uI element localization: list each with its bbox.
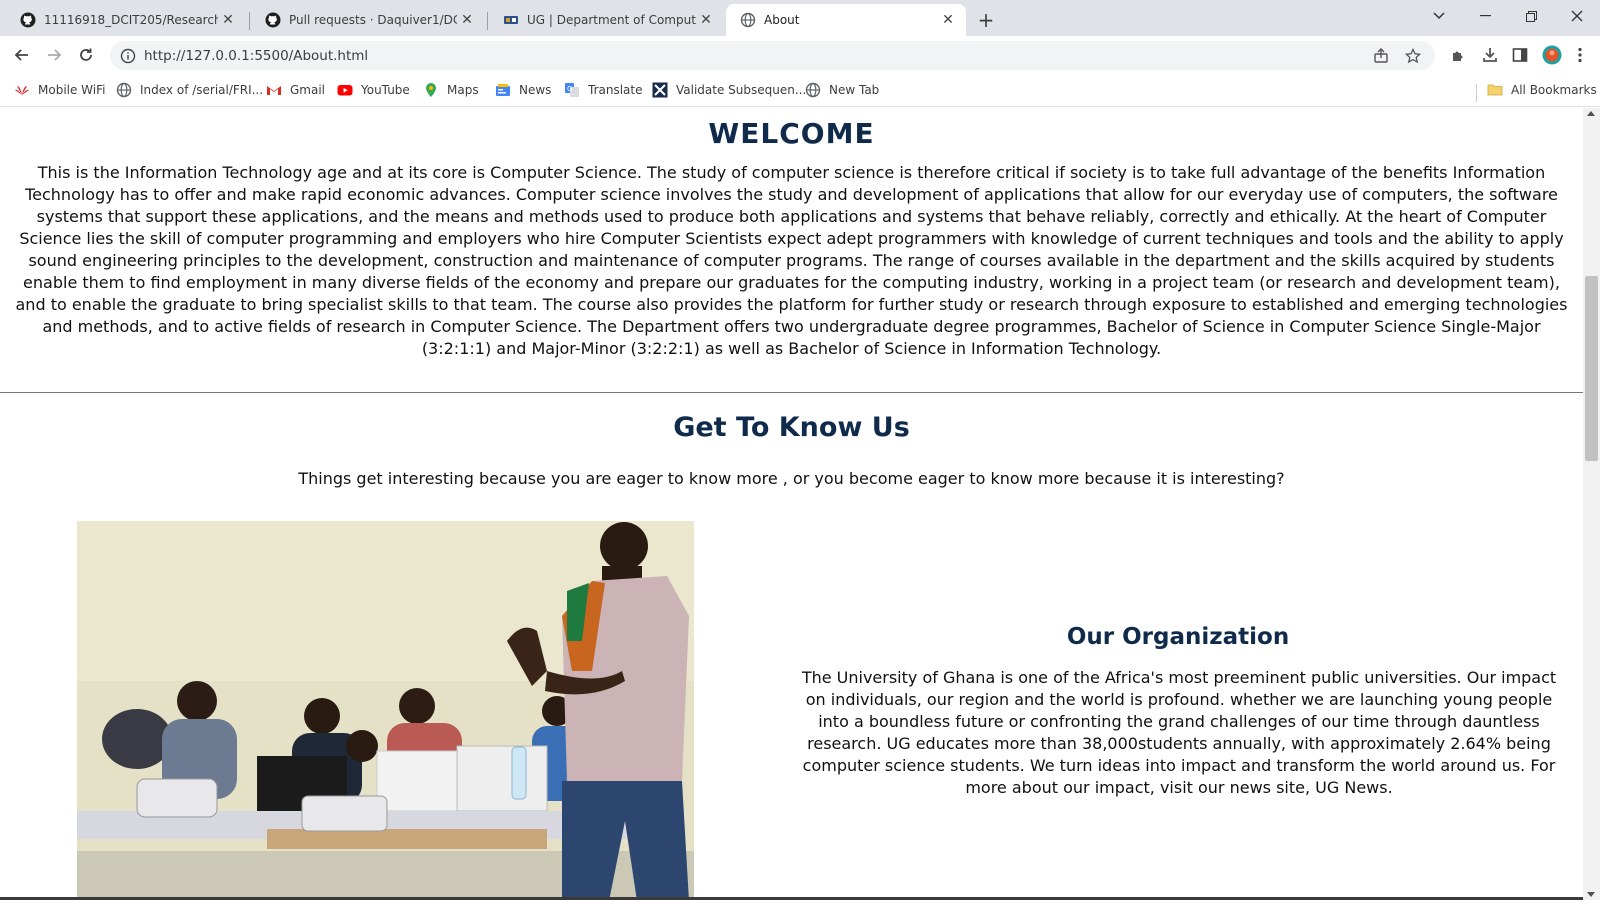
page-scrollbar[interactable] — [1583, 108, 1600, 900]
minimize-icon[interactable] — [1462, 0, 1508, 32]
bookmark-label: Maps — [447, 83, 479, 97]
bookmark-label: Translate — [588, 83, 643, 97]
close-icon[interactable]: ✕ — [457, 10, 477, 30]
scroll-thumb[interactable] — [1585, 276, 1598, 461]
bookmark-label: Index of /serial/FRI... — [140, 83, 264, 97]
bookmark-news[interactable]: News — [495, 82, 551, 98]
restore-icon[interactable] — [1508, 0, 1554, 32]
bookmark-star-icon[interactable] — [1404, 47, 1422, 65]
bookmark-label: YouTube — [361, 83, 410, 97]
classroom-photo — [77, 521, 694, 900]
bookmarks-bar: Mobile WiFi Index of /serial/FRI... Gmai… — [0, 74, 1600, 107]
validate-icon — [652, 82, 668, 98]
back-arrow-icon[interactable] — [8, 41, 36, 69]
tab-pull-requests[interactable]: Pull requests · Daquiver1/DCIT_2 ✕ — [251, 4, 485, 36]
get-to-know-us-subtitle: Things get interesting because you are e… — [298, 469, 1285, 488]
tab-about[interactable]: About ✕ — [726, 4, 966, 36]
huawei-icon — [14, 82, 30, 98]
folder-icon — [1487, 82, 1503, 98]
ug-logo-icon — [503, 12, 519, 28]
tab-title: UG | Department of Computer S — [527, 13, 696, 27]
download-icon[interactable] — [1476, 41, 1504, 69]
reload-icon[interactable] — [72, 41, 100, 69]
browser-toolbar: http://127.0.0.1:5500/About.html — [0, 36, 1600, 74]
scroll-up-arrow-icon[interactable] — [1587, 111, 1595, 116]
address-bar[interactable]: http://127.0.0.1:5500/About.html — [110, 41, 1435, 70]
tab-title: Pull requests · Daquiver1/DCIT_2 — [289, 13, 457, 27]
tab-separator — [487, 12, 488, 30]
all-bookmarks-label: All Bookmarks — [1511, 83, 1597, 97]
url-text[interactable]: http://127.0.0.1:5500/About.html — [144, 48, 368, 64]
youtube-icon — [337, 82, 353, 98]
tab-separator — [249, 12, 250, 30]
bookmark-mobile-wifi[interactable]: Mobile WiFi — [14, 82, 105, 98]
bookmarks-separator — [1476, 84, 1477, 102]
section-divider — [0, 392, 1583, 393]
globe-icon — [805, 82, 821, 98]
bookmark-validate-subsequence[interactable]: Validate Subsequen... — [652, 82, 806, 98]
gmail-icon — [266, 82, 282, 98]
bookmark-new-tab[interactable]: New Tab — [805, 82, 879, 98]
extensions-icon[interactable] — [1444, 41, 1472, 69]
organization-paragraph: The University of Ghana is one of the Af… — [801, 668, 1557, 797]
tab-title: About — [764, 13, 800, 27]
github-icon — [20, 12, 36, 28]
bookmark-gmail[interactable]: Gmail — [266, 82, 325, 98]
scroll-down-arrow-icon[interactable] — [1587, 892, 1595, 897]
bookmark-translate[interactable]: G Translate — [564, 82, 643, 98]
close-window-icon[interactable] — [1554, 0, 1600, 32]
side-panel-icon[interactable] — [1506, 41, 1534, 69]
translate-icon: G — [564, 82, 580, 98]
bookmark-youtube[interactable]: YouTube — [337, 82, 410, 98]
github-icon — [265, 12, 281, 28]
bookmark-label: News — [519, 83, 552, 97]
tab-ug-department[interactable]: UG | Department of Computer S ✕ — [489, 4, 724, 36]
tab-strip: 11116918_DCIT205/Research.css ✕ Pull req… — [0, 0, 1600, 36]
bookmark-label: Validate Subsequen... — [676, 83, 807, 97]
new-tab-button[interactable]: + — [973, 7, 999, 33]
close-icon[interactable]: ✕ — [218, 10, 238, 30]
share-icon[interactable] — [1372, 47, 1390, 65]
bookmark-label: New Tab — [829, 83, 880, 97]
tab-research-css[interactable]: 11116918_DCIT205/Research.css ✕ — [6, 4, 246, 36]
close-icon[interactable]: ✕ — [696, 10, 716, 30]
bookmark-label: Mobile WiFi — [38, 83, 106, 97]
news-icon — [495, 82, 511, 98]
bookmark-index-serial[interactable]: Index of /serial/FRI... — [116, 82, 263, 98]
page-content: WELCOME This is the Information Technolo… — [0, 108, 1583, 900]
globe-icon — [740, 12, 756, 28]
all-bookmarks[interactable]: All Bookmarks — [1487, 82, 1597, 98]
welcome-title: WELCOME — [708, 117, 875, 150]
organization-title: Our Organization — [1066, 624, 1290, 650]
welcome-paragraph: This is the Information Technology age a… — [15, 163, 1568, 358]
site-info-icon[interactable] — [120, 48, 136, 64]
globe-icon — [116, 82, 132, 98]
bookmark-label: Gmail — [290, 83, 326, 97]
profile-avatar[interactable] — [1538, 41, 1566, 69]
forward-arrow-icon[interactable] — [40, 41, 68, 69]
get-to-know-us-title: Get To Know Us — [673, 412, 910, 443]
close-icon[interactable]: ✕ — [938, 10, 958, 30]
maps-icon — [423, 82, 439, 98]
svg-text:G: G — [567, 85, 572, 93]
tab-search-chevron-icon[interactable] — [1416, 0, 1462, 32]
tab-title: 11116918_DCIT205/Research.css — [44, 13, 218, 27]
bookmark-maps[interactable]: Maps — [423, 82, 479, 98]
menu-kebab-icon[interactable] — [1566, 41, 1594, 69]
